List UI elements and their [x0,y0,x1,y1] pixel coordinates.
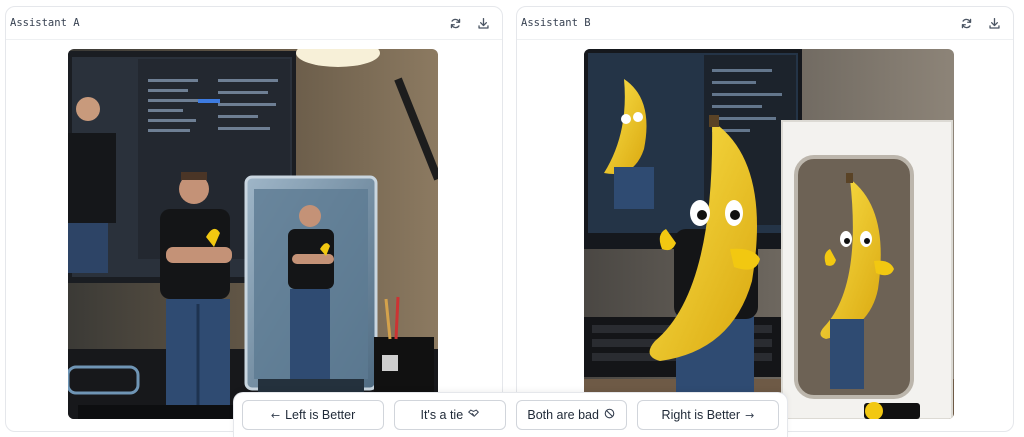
panel-header: Assistant A [6,7,502,40]
button-label: It's a tie [420,408,464,422]
prohibited-icon [604,408,615,422]
refresh-icon[interactable] [959,16,973,30]
button-label: Left is Better [285,408,356,422]
both-are-bad-button[interactable]: Both are bad [515,400,627,430]
download-icon[interactable] [987,16,1001,30]
panel-actions [448,16,490,30]
vote-bar: ← Left is Better It's a tie Both are bad… [233,392,788,437]
panel-title: Assistant A [10,17,80,29]
generated-image-b[interactable] [584,49,954,419]
assistant-a-panel: Assistant A [5,6,503,432]
arrow-left-icon: ← [270,408,281,422]
panel-actions [959,16,1001,30]
assistant-b-panel: Assistant B [516,6,1014,432]
arrow-right-icon: → [745,408,755,422]
button-label: Right is Better [661,408,741,422]
right-is-better-button[interactable]: Right is Better → [636,400,779,430]
generated-image-a[interactable] [68,49,438,419]
tie-button[interactable]: It's a tie [394,400,506,430]
download-icon[interactable] [476,16,490,30]
button-label: Both are bad [527,408,599,422]
left-is-better-button[interactable]: ← Left is Better [242,400,385,430]
handshake-icon [468,408,479,422]
panel-header: Assistant B [517,7,1013,40]
refresh-icon[interactable] [448,16,462,30]
panel-title: Assistant B [521,17,591,29]
